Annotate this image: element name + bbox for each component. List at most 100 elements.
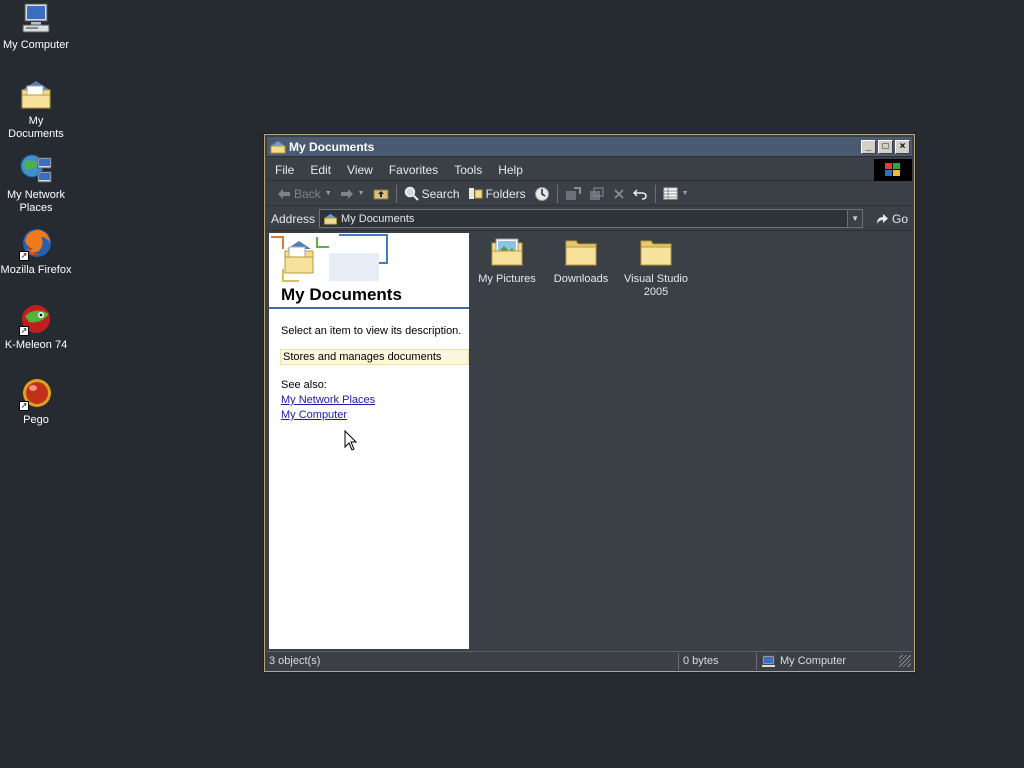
chevron-down-icon[interactable]: ▼: [682, 190, 689, 197]
menu-bar: File Edit View Favorites Tools Help: [267, 159, 912, 181]
chevron-down-icon[interactable]: ▼: [358, 190, 365, 197]
history-icon: [534, 186, 549, 201]
shortcut-arrow-icon: ↗: [19, 326, 29, 336]
folders-icon: [468, 188, 483, 199]
shortcut-arrow-icon: ↗: [19, 251, 29, 261]
pictures-folder-icon: [491, 238, 523, 266]
copy-to-icon: [589, 187, 604, 200]
pane-title: My Documents: [269, 285, 469, 309]
firefox-icon: ↗: [19, 227, 53, 261]
search-label: Search: [421, 186, 460, 201]
views-icon: [663, 187, 678, 200]
toolbar-separator: [556, 184, 558, 203]
desktop-icon-label: K-Meleon 74: [4, 339, 68, 351]
menu-favorites[interactable]: Favorites: [381, 163, 446, 177]
folder-icon: [565, 240, 597, 266]
back-label: Back: [294, 186, 321, 201]
views-button[interactable]: ▼: [659, 183, 693, 205]
folders-label: Folders: [485, 186, 526, 201]
desktop-icon-k-meleon[interactable]: ↗ K-Meleon 74: [0, 302, 72, 352]
copy-to-button[interactable]: [585, 183, 609, 205]
desktop-icon-label: My Documents: [8, 115, 64, 140]
k-meleon-icon: ↗: [19, 302, 53, 336]
go-button[interactable]: Go: [875, 212, 908, 226]
undo-icon: [632, 188, 647, 200]
address-bar: Address My Documents ▼ Go: [267, 207, 912, 231]
maximize-button[interactable]: □: [878, 139, 893, 154]
move-to-icon: [565, 186, 581, 200]
desktop-icon-label: Mozilla Firefox: [0, 264, 72, 276]
computer-icon: [762, 655, 775, 667]
minimize-button[interactable]: _: [861, 139, 876, 154]
documents-folder-icon: [270, 140, 286, 153]
desktop-icon-mozilla-firefox[interactable]: ↗ Mozilla Firefox: [0, 227, 72, 277]
address-input[interactable]: My Documents ▼: [319, 209, 864, 228]
documents-folder-icon: [19, 78, 53, 112]
computer-icon: [19, 2, 53, 36]
mouse-cursor-icon: [344, 430, 358, 451]
window-title: My Documents: [289, 139, 375, 154]
file-item-visual-studio-2005[interactable]: Visual Studio 2005: [620, 235, 692, 299]
banner-graphic-icon: [269, 233, 469, 285]
network-places-icon: [19, 152, 53, 186]
address-value: My Documents: [341, 212, 415, 225]
desktop-icon-label: My Computer: [2, 39, 70, 51]
menu-edit[interactable]: Edit: [302, 163, 339, 177]
address-label: Address: [271, 211, 316, 226]
file-label: Downloads: [553, 273, 609, 285]
desktop-icon-label: My Network Places: [6, 189, 66, 214]
desktop-icon-my-computer[interactable]: My Computer: [0, 2, 72, 52]
desktop-icon-my-documents[interactable]: My Documents: [0, 78, 72, 141]
file-item-downloads[interactable]: Downloads: [545, 235, 617, 286]
status-zone: My Computer: [757, 653, 899, 670]
folders-button[interactable]: Folders: [464, 183, 530, 205]
close-button[interactable]: ×: [895, 139, 910, 154]
file-label: Visual Studio 2005: [623, 273, 688, 298]
up-folder-button[interactable]: [369, 183, 393, 205]
folder-tip: Stores and manages documents: [280, 349, 469, 365]
delete-icon: [614, 188, 624, 199]
menu-tools[interactable]: Tools: [446, 163, 490, 177]
menu-view[interactable]: View: [339, 163, 381, 177]
explorer-window: My Documents _ □ × File Edit View Favori…: [264, 134, 915, 672]
search-button[interactable]: Search: [400, 183, 464, 205]
move-to-button[interactable]: [561, 183, 585, 205]
link-my-computer[interactable]: My Computer: [281, 409, 469, 421]
file-item-my-pictures[interactable]: My Pictures: [471, 235, 543, 286]
forward-arrow-icon: [340, 188, 353, 199]
documents-folder-icon: [324, 213, 337, 225]
standard-toolbar: Back ▼ ▼ Search Folders ▼: [267, 182, 912, 206]
desktop-icon-pego[interactable]: ↗ Pego: [0, 377, 72, 427]
folder-banner: [269, 233, 469, 285]
go-arrow-icon: [877, 213, 889, 224]
forward-button[interactable]: ▼: [336, 183, 369, 205]
go-label: Go: [892, 211, 909, 226]
title-bar[interactable]: My Documents _ □ ×: [267, 137, 912, 157]
delete-button[interactable]: [609, 183, 629, 205]
chevron-down-icon[interactable]: ▼: [325, 190, 332, 197]
address-dropdown-button[interactable]: ▼: [847, 210, 863, 227]
see-also-heading: See also:: [281, 379, 327, 391]
resize-grip[interactable]: [899, 655, 911, 667]
history-button[interactable]: [530, 183, 554, 205]
undo-button[interactable]: [629, 183, 652, 205]
up-folder-icon: [373, 189, 389, 200]
info-pane: My Documents Select an item to view its …: [269, 233, 469, 649]
back-button[interactable]: Back ▼: [273, 183, 336, 205]
status-size: 0 bytes: [679, 652, 757, 670]
pane-description: Select an item to view its description.: [281, 325, 462, 337]
status-bar: 3 object(s) 0 bytes My Computer: [267, 651, 912, 670]
desktop-icon-my-network-places[interactable]: My Network Places: [0, 152, 72, 215]
search-icon: [404, 186, 419, 201]
folder-icon: [640, 240, 672, 266]
link-my-network-places[interactable]: My Network Places: [281, 394, 469, 406]
shortcut-arrow-icon: ↗: [19, 401, 29, 411]
back-arrow-icon: [278, 188, 290, 199]
file-list[interactable]: My Pictures Downloads Visual Studio 2005: [471, 233, 912, 649]
status-object-count: 3 object(s): [267, 652, 679, 670]
menu-file[interactable]: File: [267, 163, 302, 177]
menu-help[interactable]: Help: [490, 163, 531, 177]
file-label: My Pictures: [478, 273, 536, 285]
desktop-icon-label: Pego: [23, 414, 49, 426]
status-zone-label: My Computer: [780, 655, 847, 667]
